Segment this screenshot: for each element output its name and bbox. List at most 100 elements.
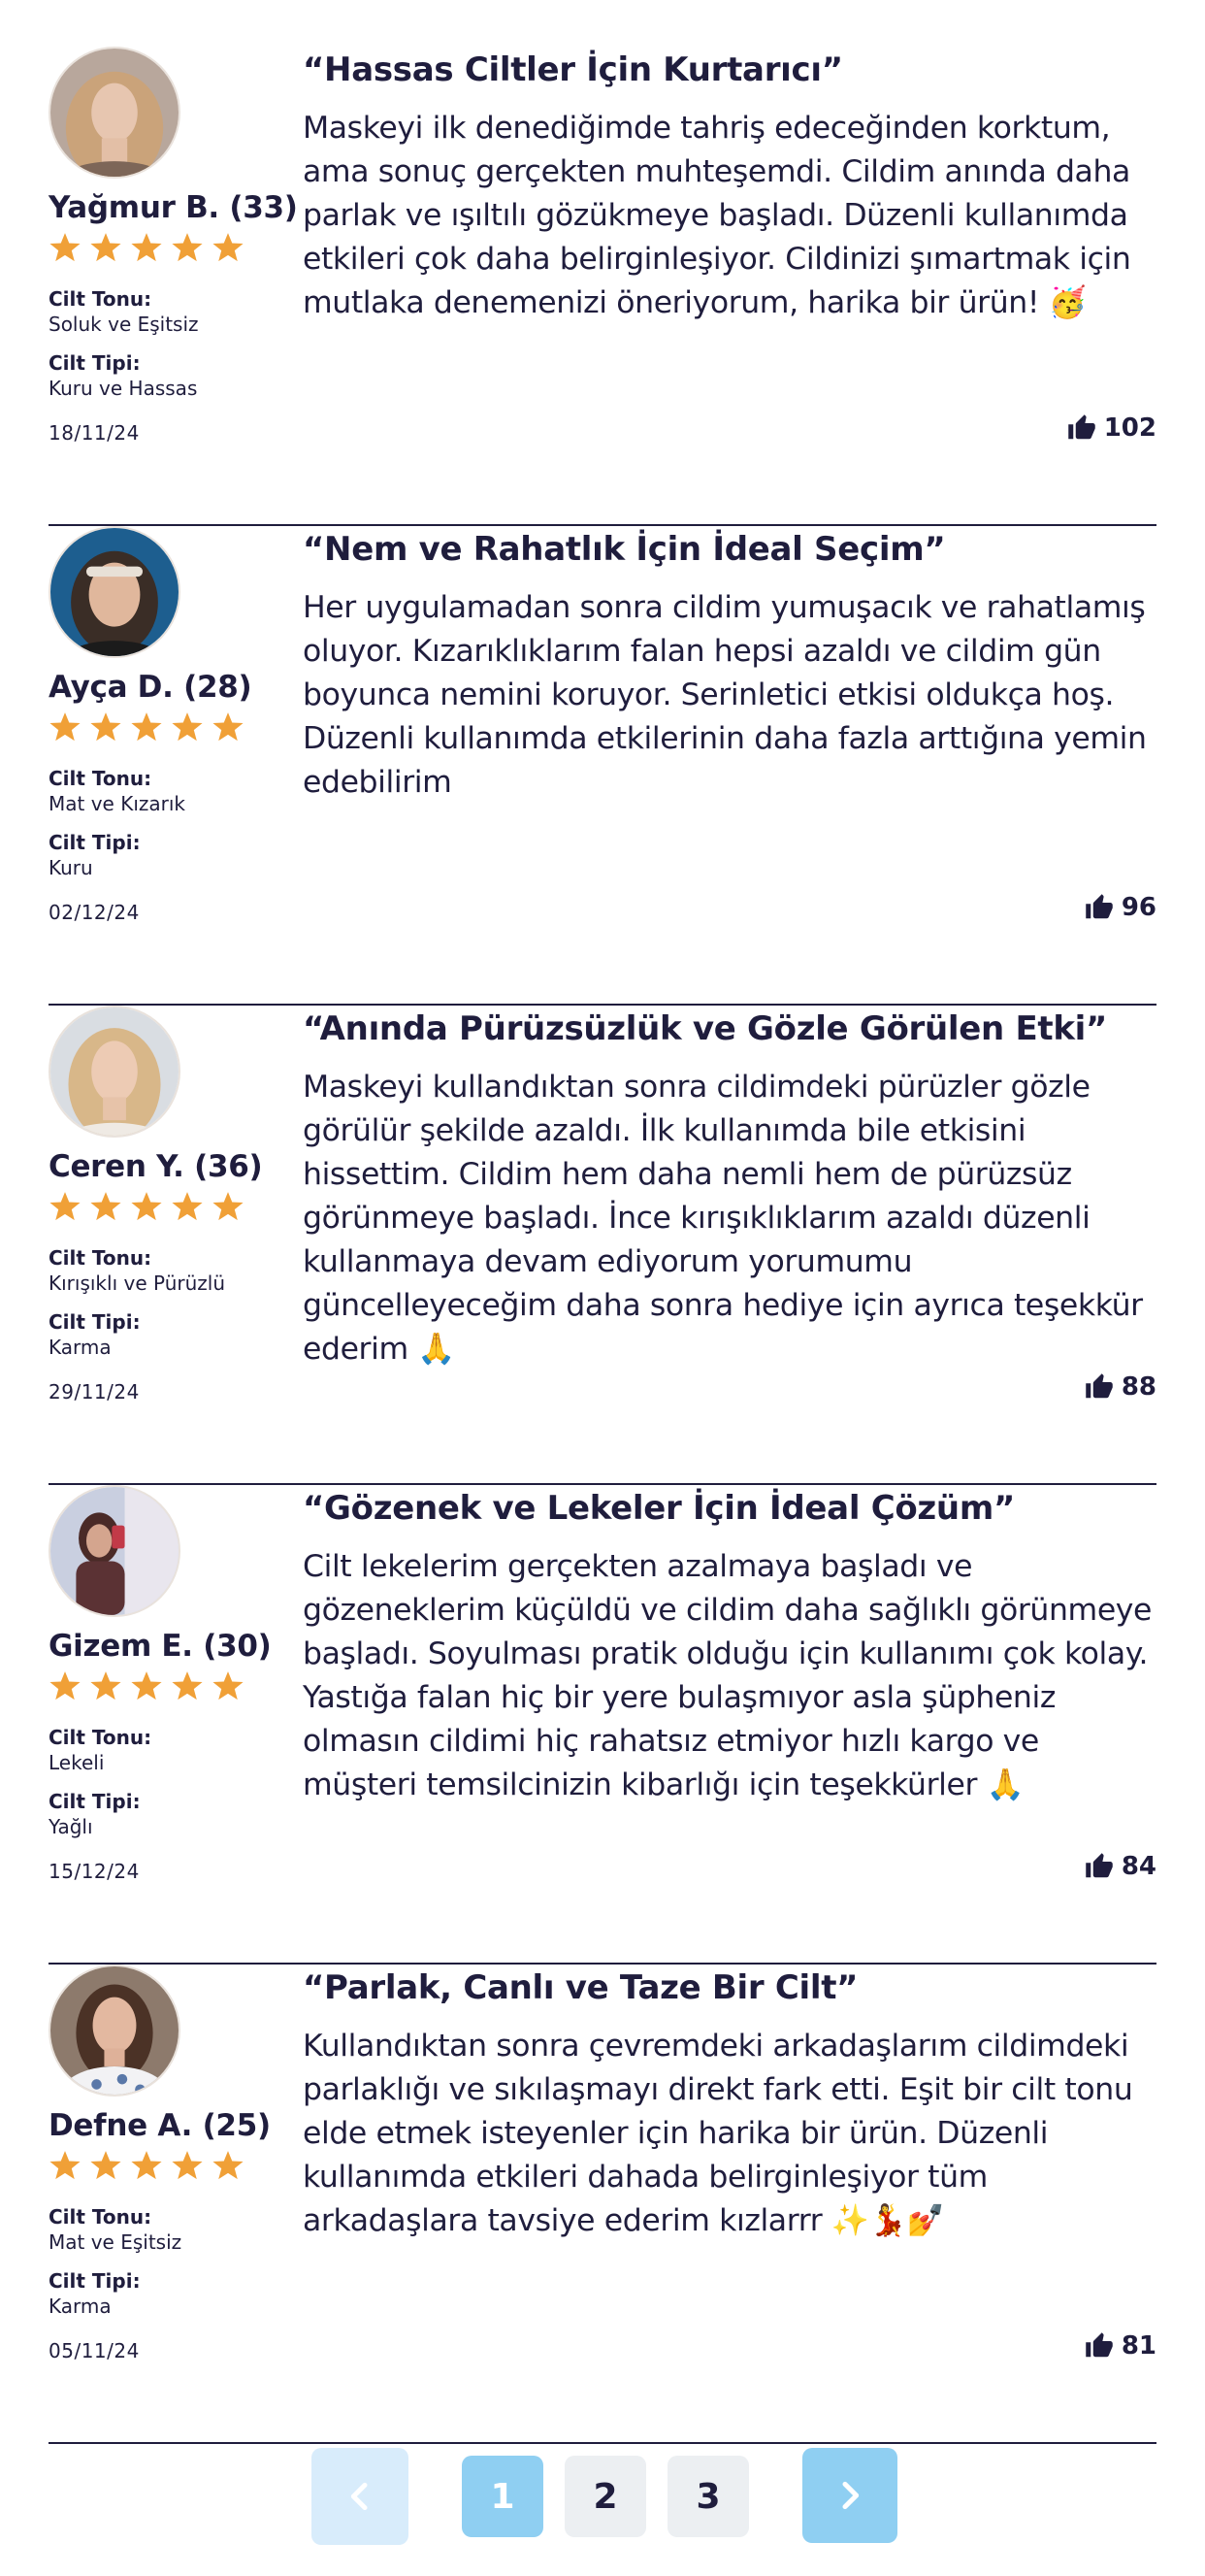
like-count: 102 [1103, 413, 1156, 443]
star-icon [172, 712, 203, 742]
skin-type-value: Karma [49, 1336, 112, 1359]
skin-tone-label: Cilt Tonu: [49, 2205, 152, 2229]
star-icon [90, 712, 121, 742]
star-icon [131, 1671, 162, 1701]
previous-page-button[interactable] [311, 2448, 408, 2545]
skin-type-label: Cilt Tipi: [49, 1790, 141, 1813]
skin-tone-value: Lekeli [49, 1751, 105, 1774]
chevron-right-icon [842, 2481, 860, 2510]
star-icon [172, 1671, 203, 1701]
star-icon [49, 1192, 81, 1221]
chevron-left-icon [350, 2482, 368, 2511]
reviewer-name: Defne A. (25) [49, 2108, 271, 2143]
star-icon [90, 1671, 121, 1701]
star-icon [49, 233, 81, 262]
skin-type-label: Cilt Tipi: [49, 1310, 141, 1334]
skin-type-value: Yağlı [49, 1815, 93, 1838]
review-date: 05/11/24 [49, 2339, 140, 2362]
skin-tone-value: Mat ve Kızarık [49, 792, 185, 815]
star-icon [49, 2151, 81, 2180]
review-date: 15/12/24 [49, 1860, 140, 1883]
star-icon [212, 233, 244, 262]
page-button-2[interactable]: 2 [565, 2456, 646, 2537]
avatar [49, 47, 180, 179]
review-text: Maskeyi ilk denediğimde tahriş edeceğind… [303, 111, 1131, 320]
like-button[interactable]: 96 [1085, 893, 1156, 922]
reviewer-name: Ceren Y. (36) [49, 1149, 263, 1184]
review-date: 29/11/24 [49, 1380, 140, 1404]
like-count: 88 [1121, 1372, 1156, 1402]
skin-type-value: Kuru ve Hassas [49, 377, 198, 400]
star-icon [172, 2151, 203, 2180]
next-page-button[interactable] [802, 2448, 897, 2543]
star-icon [49, 1671, 81, 1701]
skin-type-label: Cilt Tipi: [49, 351, 141, 375]
review-text: Maskeyi kullandıktan sonra cildimdeki pü… [303, 1070, 1143, 1367]
like-button[interactable]: 84 [1085, 1852, 1156, 1881]
star-icon [172, 1192, 203, 1221]
star-icon [131, 233, 162, 262]
star-icon [90, 233, 121, 262]
thumbs-up-icon [1086, 2332, 1113, 2358]
review-title: “Nem ve Rahatlık İçin İdeal Seçim” [303, 530, 946, 569]
star-icon [49, 712, 81, 742]
avatar-blonde-woman-icon [50, 49, 179, 177]
star-rating [49, 231, 244, 264]
thumbs-up-icon [1086, 894, 1113, 919]
like-button[interactable]: 102 [1067, 413, 1156, 443]
review-card: Ayça D. (28) Cilt Tonu: Mat ve Kızarık C… [49, 526, 1156, 1006]
like-button[interactable]: 88 [1085, 1372, 1156, 1402]
star-icon [131, 2151, 162, 2180]
review-date: 18/11/24 [49, 421, 140, 445]
pagination: 1 2 3 [0, 2448, 1205, 2545]
review-text: Cilt lekelerim gerçekten azalmaya başlad… [303, 1549, 1153, 1802]
star-rating [49, 1190, 244, 1223]
skin-type-value: Karma [49, 2295, 112, 2318]
review-title: “Anında Pürüzsüzlük ve Gözle Görülen Etk… [303, 1009, 1108, 1048]
star-icon [90, 1192, 121, 1221]
star-icon [212, 1671, 244, 1701]
reviewer-name: Ayça D. (28) [49, 670, 252, 705]
review-text: Kullandıktan sonra çevremdeki arkadaşlar… [303, 2029, 1133, 2238]
like-count: 81 [1121, 2331, 1156, 2361]
avatar [49, 1965, 180, 2097]
skin-tone-label: Cilt Tonu: [49, 767, 152, 790]
star-icon [131, 1192, 162, 1221]
avatar-blonde-woman-icon [50, 1007, 179, 1136]
page-button-3[interactable]: 3 [668, 2456, 749, 2537]
review-text: Her uygulamadan sonra cildim yumuşacık v… [303, 590, 1147, 800]
review-card: Yağmur B. (33) Cilt Tonu: Soluk ve Eşits… [49, 47, 1156, 526]
review-card: Gizem E. (30) Cilt Tonu: Lekeli Cilt Tip… [49, 1485, 1156, 1965]
avatar-woman-mirror-selfie-icon [50, 1487, 179, 1615]
skin-tone-label: Cilt Tonu: [49, 287, 152, 311]
star-icon [212, 2151, 244, 2180]
star-icon [172, 233, 203, 262]
skin-type-label: Cilt Tipi: [49, 831, 141, 854]
thumbs-up-icon [1067, 414, 1095, 440]
review-title: “Hassas Ciltler İçin Kurtarıcı” [303, 50, 843, 89]
skin-tone-label: Cilt Tonu: [49, 1246, 152, 1270]
review-date: 02/12/24 [49, 901, 140, 924]
review-card: Ceren Y. (36) Cilt Tonu: Kırışıklı ve Pü… [49, 1006, 1156, 1485]
reviewer-name: Yağmur B. (33) [49, 190, 298, 225]
star-icon [90, 2151, 121, 2180]
skin-tone-value: Kırışıklı ve Pürüzlü [49, 1271, 225, 1295]
page-button-1[interactable]: 1 [462, 2456, 543, 2537]
avatar [49, 1006, 180, 1138]
thumbs-up-icon [1086, 1853, 1113, 1878]
skin-type-label: Cilt Tipi: [49, 2269, 141, 2293]
star-icon [131, 712, 162, 742]
avatar [49, 1485, 180, 1617]
review-title: “Gözenek ve Lekeler İçin İdeal Çözüm” [303, 1489, 1015, 1528]
avatar-woman-headband-icon [50, 528, 179, 656]
star-rating [49, 2149, 244, 2182]
star-rating [49, 1669, 244, 1702]
star-icon [212, 712, 244, 742]
skin-type-value: Kuru [49, 856, 93, 879]
star-icon [212, 1192, 244, 1221]
reviewer-name: Gizem E. (30) [49, 1629, 272, 1664]
like-button[interactable]: 81 [1085, 2331, 1156, 2361]
skin-tone-label: Cilt Tonu: [49, 1726, 152, 1749]
review-card: Defne A. (25) Cilt Tonu: Mat ve Eşitsiz … [49, 1965, 1156, 2444]
skin-tone-value: Soluk ve Eşitsiz [49, 313, 199, 336]
